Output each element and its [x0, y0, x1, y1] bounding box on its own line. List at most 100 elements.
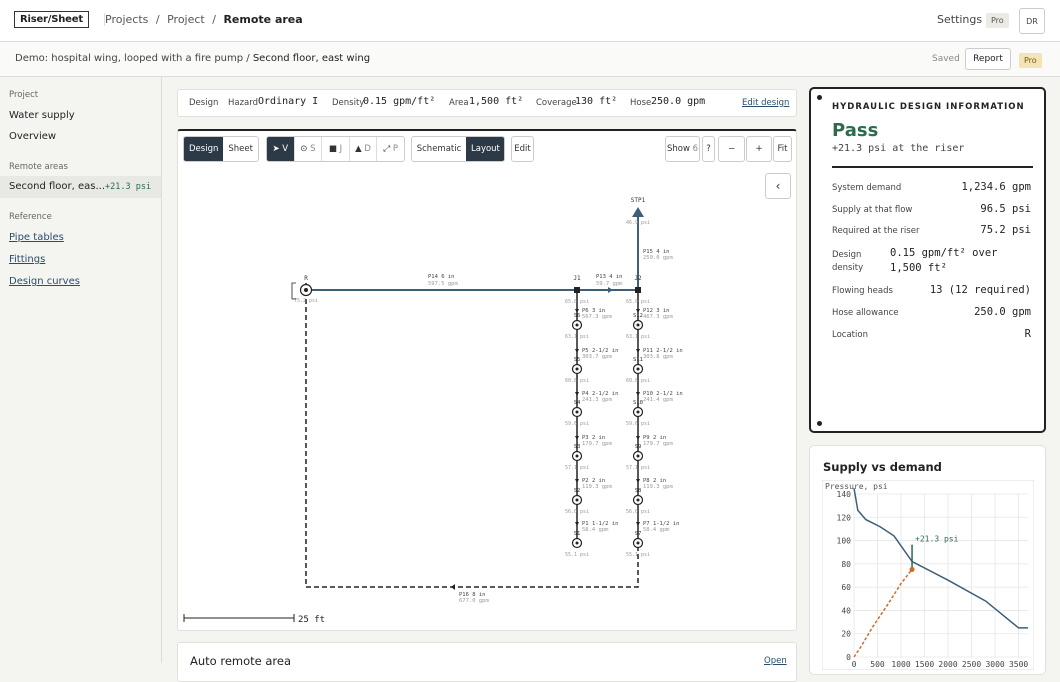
- view-layout[interactable]: Layout: [466, 137, 504, 161]
- app-logo[interactable]: Riser/Sheet: [14, 11, 89, 28]
- svg-text:P14 6 in: P14 6 in: [428, 274, 455, 280]
- report-button[interactable]: Report: [965, 48, 1011, 70]
- source-tool[interactable]: ▲ D: [348, 137, 377, 161]
- sprinkler-head[interactable]: S11 60.8 psi: [626, 357, 650, 384]
- supply-label: Supply at that flow: [832, 205, 913, 215]
- pro-badge: Pro: [1019, 53, 1042, 68]
- fit-button[interactable]: Fit: [773, 136, 792, 162]
- hose-label: Hose: [630, 98, 652, 108]
- x-tick-label: 1000: [891, 660, 910, 669]
- show-label: Show: [666, 144, 690, 154]
- sprinkler-head[interactable]: S7 55.1 psi: [626, 531, 650, 558]
- sprinkler-head[interactable]: S10 59.6 psi: [626, 400, 650, 427]
- sprinkler-icon: ⊙: [300, 144, 308, 154]
- pipe-flow: 303.7 gpm: [582, 354, 612, 360]
- sprinkler-pressure: 59.6 psi: [626, 421, 650, 427]
- junction-tool[interactable]: ■ J: [321, 137, 349, 161]
- margin-label: +21.3 psi: [915, 535, 959, 544]
- help-button[interactable]: ?: [702, 136, 715, 162]
- flow-arrow-icon: [575, 436, 579, 440]
- sidebar-link-design-curves[interactable]: Design curves: [9, 276, 80, 287]
- sidebar-item-remote-area[interactable]: Second floor, eas... +21.3 psi: [0, 176, 161, 198]
- sprinkler-pressure: 55.1 psi: [626, 552, 650, 558]
- sprinkler-name: S10: [633, 400, 643, 406]
- riser-name: R: [304, 275, 308, 282]
- pipe-flow: 467.3 gpm: [643, 314, 673, 320]
- select-tool[interactable]: ➤ V: [267, 137, 294, 161]
- sprinkler-name: S5: [574, 357, 581, 363]
- svg-text:59.7 gpm: 59.7 gpm: [596, 281, 623, 287]
- sidebar-heading-reference: Reference: [9, 212, 52, 222]
- sprinkler-head[interactable]: S4 59.6 psi: [565, 400, 589, 427]
- edit-design-link[interactable]: Edit design: [742, 98, 789, 108]
- sprinkler-icon-center: [575, 410, 579, 414]
- sprinkler-head[interactable]: S1 55.1 psi: [565, 531, 589, 558]
- sprinkler-head[interactable]: S8 56.0 psi: [626, 488, 650, 515]
- breadcrumb-project[interactable]: Project: [167, 13, 205, 26]
- y-tick-label: 140: [837, 490, 852, 499]
- required-label: Required at the riser: [832, 226, 920, 236]
- density-label: Density: [332, 98, 365, 108]
- supply-value: 96.5 psi: [980, 203, 1031, 215]
- remote-area-label: Second floor, eas...: [9, 181, 106, 192]
- edit-button[interactable]: Edit: [511, 136, 534, 162]
- location-label: Location: [832, 330, 868, 340]
- flow-arrow-icon: [636, 349, 640, 353]
- sidebar-item-overview[interactable]: Overview: [9, 131, 56, 142]
- show-button[interactable]: Show 6: [665, 136, 700, 162]
- sprinkler-icon-center: [575, 323, 579, 327]
- sprinkler-icon-center: [636, 454, 640, 458]
- breadcrumb-current: Remote area: [223, 13, 303, 26]
- piping-schematic[interactable]: STP1 46.9 psi R 75.2 psi J1 J2 65.0 psi …: [178, 167, 796, 631]
- sprinkler-head[interactable]: S3 57.1 psi: [565, 444, 589, 471]
- project-name: Demo: hospital wing, looped with a fire …: [15, 53, 253, 64]
- junction-tool-key: J: [339, 144, 343, 154]
- pipe-label: P8 2 in119.3 gpm: [643, 478, 673, 490]
- project-bar: Demo: hospital wing, looped with a fire …: [0, 42, 1060, 77]
- corner-dot: [817, 95, 822, 100]
- schematic-panel: Design Sheet ➤ V ⊙ S ■ J ▲ D ⤢ P Schemat…: [177, 129, 797, 631]
- pipe-flow: 179.7 gpm: [643, 441, 673, 447]
- tab-sheet[interactable]: Sheet: [223, 137, 258, 161]
- settings-link[interactable]: Settings: [937, 13, 982, 26]
- flow-arrow-icon: [575, 479, 579, 483]
- design-density-label: Design density: [832, 250, 864, 273]
- scale-label: 25 ft: [298, 615, 325, 625]
- sprinkler-head[interactable]: S9 57.1 psi: [626, 444, 650, 471]
- sprinkler-name: S2: [574, 488, 581, 494]
- junction-j2[interactable]: [635, 287, 641, 293]
- open-link[interactable]: Open: [764, 656, 787, 666]
- junction-icon: ■: [328, 144, 337, 154]
- sprinkler-head[interactable]: S5 60.8 psi: [565, 357, 589, 384]
- design-summary-bar: Design Hazard Ordinary I Density 0.15 gp…: [177, 89, 797, 117]
- supply-demand-panel: Supply vs demand Pressure, psi 0 20 40 60 80…: [809, 445, 1046, 675]
- sprinkler-tool[interactable]: ⊙ S: [293, 137, 322, 161]
- sprinkler-head[interactable]: S2 56.0 psi: [565, 488, 589, 515]
- pipe-label: P6 3 in567.3 gpm: [582, 308, 612, 320]
- system-demand-label: System demand: [832, 183, 902, 193]
- sidebar-item-water-supply[interactable]: Water supply: [9, 110, 75, 121]
- sidebar-link-fittings[interactable]: Fittings: [9, 254, 45, 265]
- sidebar-link-pipe-tables[interactable]: Pipe tables: [9, 232, 64, 243]
- design-density-value: 0.15 gpm/ft² over 1,500 ft²: [890, 247, 998, 274]
- junction-j1[interactable]: [574, 287, 580, 293]
- pipe-flow: 58.4 gpm: [643, 527, 670, 533]
- flow-arrow-icon: [608, 287, 613, 293]
- junction-pressure: 65.0 psi: [626, 299, 650, 305]
- avatar[interactable]: DR: [1019, 8, 1045, 34]
- x-tick-label: 1500: [915, 660, 934, 669]
- source-icon[interactable]: [632, 207, 644, 217]
- breadcrumb-projects[interactable]: Projects: [105, 13, 148, 26]
- zoom-in-button[interactable]: +: [746, 136, 772, 162]
- sprinkler-icon-center: [636, 323, 640, 327]
- zoom-out-button[interactable]: −: [718, 136, 745, 162]
- view-schematic[interactable]: Schematic: [412, 137, 466, 161]
- tab-design[interactable]: Design: [184, 137, 224, 161]
- remote-area-margin: +21.3 psi: [105, 182, 152, 192]
- source-name: STP1: [631, 197, 646, 204]
- pipe-label: P4 2-1/2 in241.3 gpm: [582, 391, 618, 403]
- svg-text:597.5 gpm: 597.5 gpm: [428, 281, 458, 287]
- pipe-tool[interactable]: ⤢ P: [376, 137, 404, 161]
- pipe-flow: 241.3 gpm: [582, 397, 612, 403]
- auto-remote-area-panel: Auto remote area Open: [177, 642, 797, 682]
